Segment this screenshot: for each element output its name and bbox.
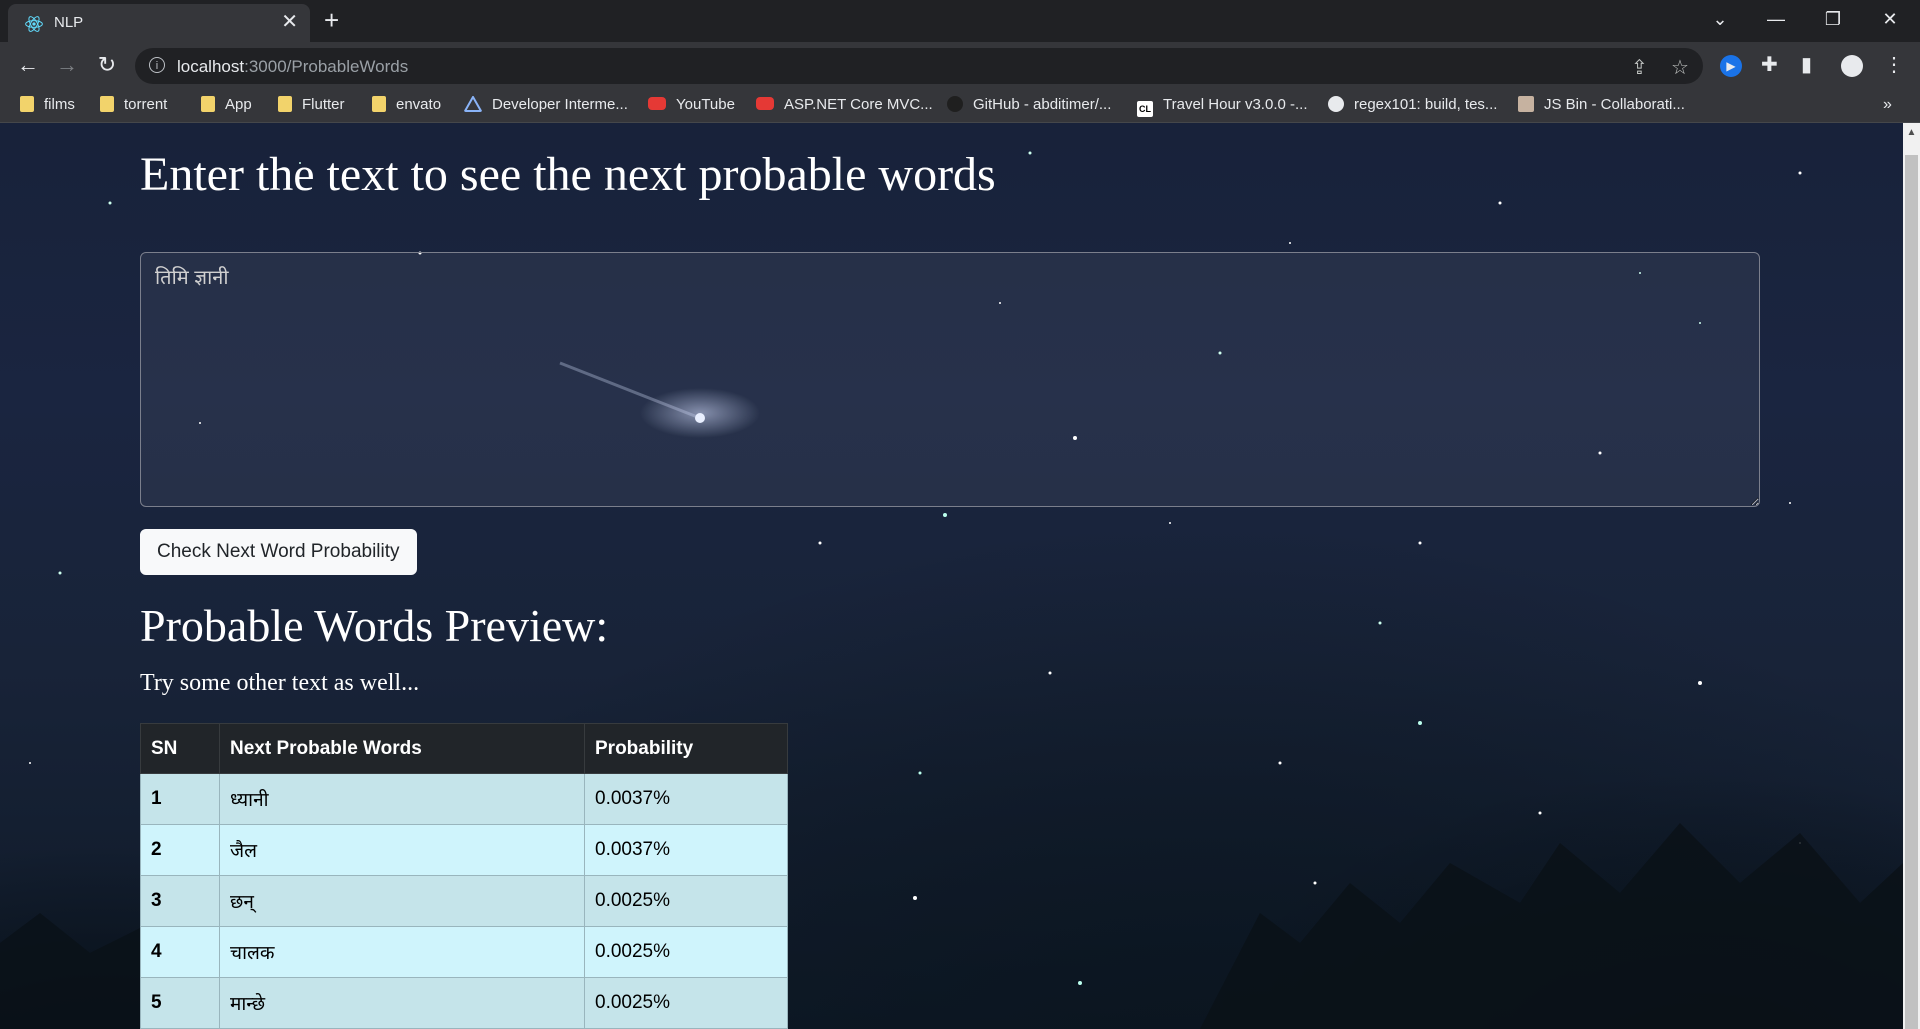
row-probability: 0.0025% <box>584 977 788 1029</box>
tab-search-icon[interactable]: ⌄ <box>1700 6 1740 32</box>
row-sn: 5 <box>140 977 220 1029</box>
new-tab-icon[interactable]: + <box>324 6 339 34</box>
folder-icon <box>278 96 292 112</box>
bookmarks-bar: films torrent App Flutter envato Develop… <box>0 90 1920 123</box>
row-sn: 4 <box>140 926 220 978</box>
row-word: ध्यानी <box>219 773 585 825</box>
bookmark-envato[interactable]: envato <box>372 96 441 116</box>
folder-icon <box>372 96 386 112</box>
close-window-icon[interactable]: ✕ <box>1870 6 1910 32</box>
youtube-icon <box>756 97 774 110</box>
row-probability: 0.0037% <box>584 773 788 825</box>
bookmark-regex101[interactable]: regex101: build, tes... <box>1328 96 1497 116</box>
regex-icon <box>1328 96 1344 112</box>
table-row: 5 मान्छे 0.0025% <box>140 977 788 1029</box>
bookmark-jsbin[interactable]: JS Bin - Collaborati... <box>1518 96 1685 116</box>
react-icon <box>25 16 43 32</box>
browser-toolbar: ← → ↻ i localhost:3000/ProbableWords ⇪ ☆… <box>0 42 1920 90</box>
restore-icon[interactable]: ❐ <box>1813 6 1853 32</box>
row-sn: 3 <box>140 875 220 927</box>
row-word: चालक <box>219 926 585 978</box>
close-tab-icon[interactable]: ✕ <box>281 11 298 33</box>
page-scrollbar[interactable]: ▲ <box>1903 123 1920 1029</box>
url-text[interactable]: localhost:3000/ProbableWords <box>177 57 408 77</box>
row-sn: 2 <box>140 824 220 876</box>
bookmark-travel-hour[interactable]: CL Travel Hour v3.0.0 -... <box>1137 96 1308 117</box>
developer-icon <box>464 96 482 112</box>
extensions-puzzle-icon[interactable]: ✚ <box>1761 53 1778 77</box>
github-icon <box>947 96 963 112</box>
page-viewport: Enter the text to see the next probable … <box>0 123 1903 1029</box>
more-bookmarks-icon[interactable]: » <box>1883 96 1892 116</box>
bookmark-github[interactable]: GitHub - abditimer/... <box>947 96 1111 116</box>
page-title: Enter the text to see the next probable … <box>140 148 996 201</box>
table-header-row: SN Next Probable Words Probability <box>140 723 788 774</box>
bookmark-star-icon[interactable]: ☆ <box>1671 55 1689 80</box>
bookmark-flutter[interactable]: Flutter <box>278 96 345 116</box>
table-row: 4 चालक 0.0025% <box>140 926 788 978</box>
back-icon[interactable]: ← <box>14 52 42 78</box>
results-table: SN Next Probable Words Probability 1 ध्य… <box>140 723 788 1029</box>
side-panel-icon[interactable]: ▮ <box>1801 53 1812 77</box>
row-probability: 0.0025% <box>584 926 788 978</box>
preview-heading: Probable Words Preview: <box>140 600 609 651</box>
tab-strip: NLP ✕ + ⌄ — ❐ ✕ <box>0 0 1920 42</box>
scroll-up-icon[interactable]: ▲ <box>1903 127 1920 138</box>
row-probability: 0.0025% <box>584 875 788 927</box>
row-probability: 0.0037% <box>584 824 788 876</box>
profile-avatar-icon[interactable] <box>1841 55 1863 77</box>
bookmark-developer[interactable]: Developer Interme... <box>464 96 628 116</box>
address-bar[interactable]: i localhost:3000/ProbableWords ⇪ ☆ <box>135 48 1703 84</box>
folder-icon <box>201 96 215 112</box>
table-row: 2 जैल 0.0037% <box>140 824 788 876</box>
table-row: 3 छन् 0.0025% <box>140 875 788 927</box>
site-info-icon[interactable]: i <box>149 57 165 73</box>
row-word: जैल <box>219 824 585 876</box>
bookmark-torrent[interactable]: torrent <box>100 96 167 116</box>
bookmark-youtube[interactable]: YouTube <box>648 96 735 116</box>
menu-kebab-icon[interactable]: ⋮ <box>1884 53 1904 77</box>
tab-title: NLP <box>54 14 84 31</box>
hint-text: Try some other text as well... <box>140 670 420 696</box>
row-sn: 1 <box>140 773 220 825</box>
table-row: 1 ध्यानी 0.0037% <box>140 773 788 825</box>
row-word: छन् <box>219 875 585 927</box>
bookmark-films[interactable]: films <box>20 96 75 116</box>
reload-icon[interactable]: ↻ <box>93 52 121 78</box>
column-header-words: Next Probable Words <box>219 723 585 774</box>
codelist-icon: CL <box>1137 101 1153 117</box>
row-word: मान्छे <box>219 977 585 1029</box>
column-header-sn: SN <box>140 723 220 774</box>
bookmark-aspnet[interactable]: ASP.NET Core MVC... <box>756 96 933 116</box>
youtube-icon <box>648 97 666 110</box>
extension-icon[interactable]: ▶ <box>1720 55 1742 77</box>
share-icon[interactable]: ⇪ <box>1631 55 1648 80</box>
folder-icon <box>20 96 34 112</box>
scroll-thumb[interactable] <box>1905 155 1918 1029</box>
forward-icon[interactable]: → <box>53 52 81 78</box>
jsbin-icon <box>1518 96 1534 112</box>
browser-tab[interactable]: NLP ✕ <box>8 4 310 42</box>
folder-icon <box>100 96 114 112</box>
check-probability-button[interactable]: Check Next Word Probability <box>140 529 417 575</box>
text-input[interactable] <box>140 252 1760 507</box>
bookmark-app[interactable]: App <box>201 96 252 116</box>
column-header-probability: Probability <box>584 723 788 774</box>
minimize-icon[interactable]: — <box>1756 6 1796 32</box>
